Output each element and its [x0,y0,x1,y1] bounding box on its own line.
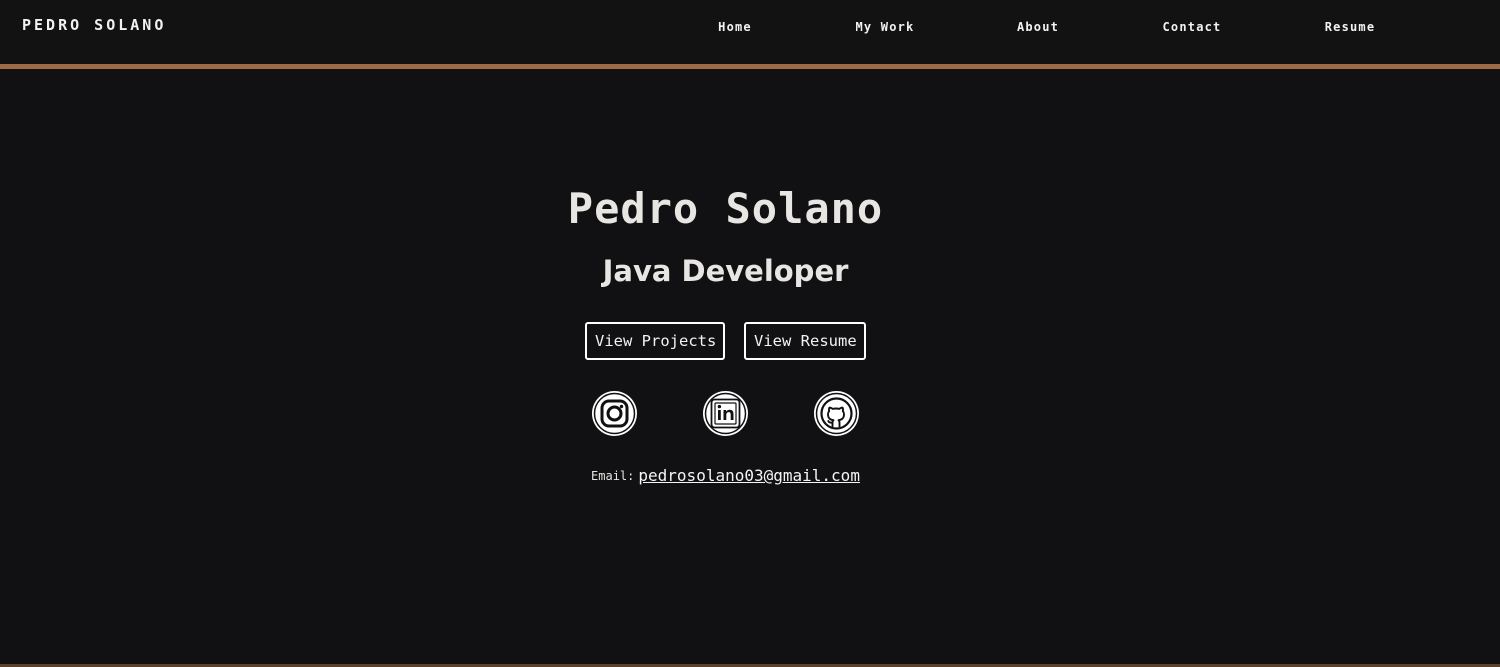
linkedin-link[interactable] [703,391,748,436]
instagram-link[interactable] [592,391,637,436]
email-label: Email: [591,468,635,483]
nav-menu: Home My Work About Contact Resume [0,20,1500,40]
nav-link-contact[interactable]: Contact [1163,20,1222,34]
nav-link-my-work[interactable]: My Work [856,20,915,34]
email-row: Email: pedrosolano03@gmail.com [0,465,1451,485]
github-link[interactable] [814,391,859,436]
nav-link-about[interactable]: About [1017,20,1059,34]
view-resume-button[interactable]: View Resume [744,322,866,360]
hero-role: Java Developer [602,254,849,288]
navbar: PEDRO SOLANO Home My Work About Contact … [0,0,1500,69]
linkedin-icon [704,392,747,435]
nav-link-home[interactable]: Home [718,20,752,34]
nav-link-resume[interactable]: Resume [1325,20,1376,34]
hero-section: Pedro Solano Java Developer View Project… [0,69,1500,663]
view-projects-button[interactable]: View Projects [585,322,725,360]
github-icon [815,392,858,435]
email-link[interactable]: pedrosolano03@gmail.com [638,466,860,485]
hero-name: Pedro Solano [567,184,884,233]
instagram-icon [593,392,636,435]
